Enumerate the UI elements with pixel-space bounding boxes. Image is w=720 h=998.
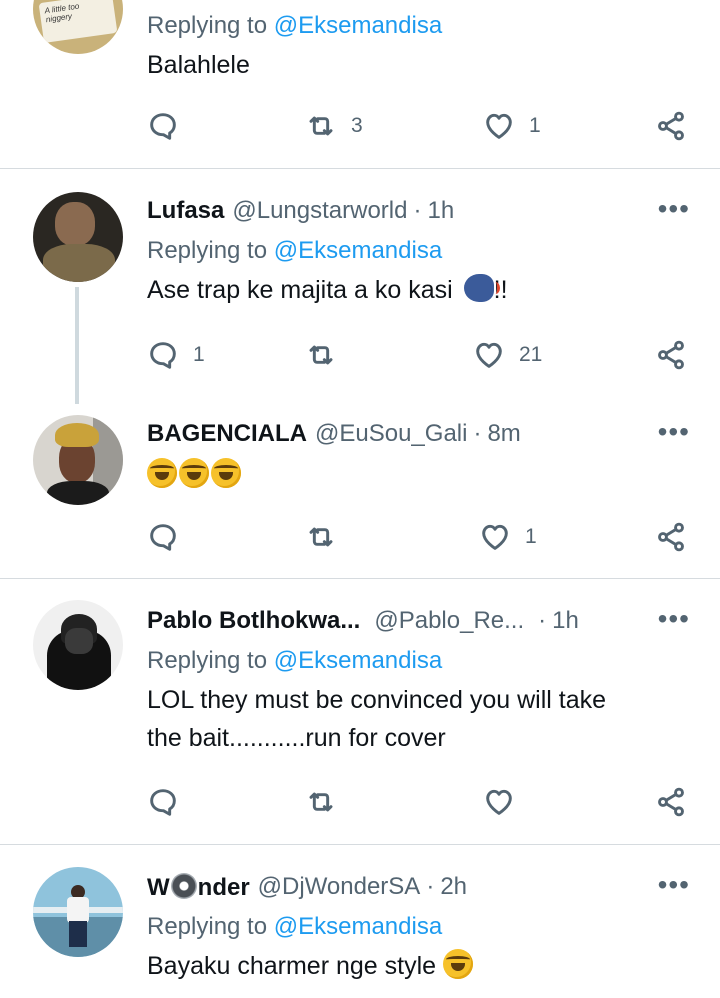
tweet-text: Balahlele [147, 51, 250, 79]
display-name[interactable]: Wnder [147, 872, 250, 902]
more-options-icon[interactable]: ••• [658, 416, 690, 448]
mention-link[interactable]: @Eksemandisa [274, 237, 442, 264]
avatar[interactable] [33, 867, 123, 957]
retweet-icon [305, 110, 337, 142]
like-button[interactable]: 21 [473, 335, 542, 375]
username[interactable]: @EuSou_Gali [315, 420, 467, 448]
rolling-laughing-emoji-icon [179, 458, 209, 488]
share-icon [655, 521, 687, 553]
username[interactable]: @Pablo_Re... [374, 607, 524, 635]
rolling-laughing-emoji-icon [211, 458, 241, 488]
timestamp[interactable]: 1h [552, 607, 579, 635]
like-button[interactable]: 1 [483, 106, 541, 146]
display-name[interactable]: Pablo Botlhokwa... [147, 607, 360, 635]
retweet-button[interactable] [305, 335, 337, 375]
reply-button[interactable] [147, 106, 193, 146]
replying-to: Replying to @Eksemandisa [147, 913, 443, 940]
like-count: 1 [529, 114, 541, 137]
timestamp[interactable]: 1h [427, 197, 454, 225]
mention-link[interactable]: @Eksemandisa [274, 913, 442, 940]
reply-button[interactable] [147, 517, 179, 557]
vinyl-record-icon [170, 872, 197, 899]
share-button[interactable] [655, 106, 687, 146]
share-button[interactable] [655, 335, 687, 375]
tweet-4[interactable]: Pablo Botlhokwa... @Pablo_Re... · 1h •••… [0, 579, 720, 844]
reply-icon [147, 786, 179, 818]
retweet-button[interactable] [305, 517, 337, 557]
tweet-text: Bayaku charmer nge style [147, 947, 690, 985]
share-icon [655, 339, 687, 371]
avatar[interactable] [33, 192, 123, 282]
timestamp[interactable]: 8m [487, 420, 520, 448]
tweet-header: Pablo Botlhokwa... @Pablo_Re... · 1h ••• [147, 603, 690, 635]
replying-to: Replying to @Eksemandisa [147, 237, 443, 264]
rolling-laughing-emoji-icon [147, 458, 177, 488]
tweet-text [147, 456, 690, 494]
share-button[interactable] [655, 517, 687, 557]
retweet-icon [305, 786, 337, 818]
like-count: 1 [525, 525, 537, 548]
more-options-icon[interactable]: ••• [658, 869, 690, 901]
heart-icon [483, 110, 515, 142]
share-icon [655, 110, 687, 142]
replying-to: Replying to @Eksemandisa [147, 647, 443, 674]
like-button[interactable] [483, 782, 515, 822]
mention-link[interactable]: @Eksemandisa [274, 647, 442, 674]
tweet-3[interactable]: BAGENCIALA @EuSou_Gali · 8m ••• 1 [0, 406, 720, 578]
tweet-header: Lufasa @Lungstarworld · 1h ••• [147, 193, 690, 225]
thread-line [75, 287, 79, 404]
heart-icon [479, 521, 511, 553]
reply-count: 1 [193, 343, 205, 366]
retweet-button[interactable]: 3 [305, 106, 363, 146]
retweet-button[interactable] [305, 782, 337, 822]
tweet-header: Wnder @DjWonderSA · 2h ••• [147, 869, 690, 902]
like-count: 21 [519, 343, 543, 366]
replying-to: Replying to @Eksemandisa [147, 12, 443, 39]
display-name[interactable]: BAGENCIALA [147, 420, 307, 448]
tweet-text: LOL they must be convinced you will take… [147, 686, 607, 752]
share-button[interactable] [655, 782, 687, 822]
tweet-1[interactable]: A little too niggery Replying to @Eksema… [0, 0, 720, 168]
retweet-count: 3 [351, 114, 363, 137]
reply-icon [147, 110, 179, 142]
username[interactable]: @Lungstarworld [232, 197, 407, 225]
reply-icon [147, 339, 179, 371]
avatar[interactable]: A little too niggery [33, 0, 123, 54]
tweet-2[interactable]: Lufasa @Lungstarworld · 1h ••• Replying … [0, 169, 720, 406]
avatar[interactable] [33, 600, 123, 690]
avatar[interactable] [33, 415, 123, 505]
speaking-head-emoji-icon [463, 274, 500, 302]
reply-icon [147, 521, 179, 553]
more-options-icon[interactable]: ••• [658, 193, 690, 225]
username[interactable]: @DjWonderSA [258, 873, 421, 901]
like-button[interactable]: 1 [479, 517, 537, 557]
retweet-icon [305, 339, 337, 371]
tweet-header: BAGENCIALA @EuSou_Gali · 8m ••• [147, 416, 690, 448]
tweet-text: Ase trap ke majita a ko kasi !! [147, 274, 508, 304]
heart-icon [473, 339, 505, 371]
display-name[interactable]: Lufasa [147, 197, 224, 225]
share-icon [655, 786, 687, 818]
tweet-5[interactable]: Wnder @DjWonderSA · 2h ••• Replying to @… [0, 845, 720, 998]
reply-button[interactable]: 1 [147, 335, 205, 375]
mention-link[interactable]: @Eksemandisa [274, 12, 442, 39]
heart-icon [483, 786, 515, 818]
retweet-icon [305, 521, 337, 553]
rolling-laughing-emoji-icon [442, 949, 473, 979]
reply-button[interactable] [147, 782, 179, 822]
timestamp[interactable]: 2h [440, 873, 467, 901]
more-options-icon[interactable]: ••• [658, 603, 690, 635]
